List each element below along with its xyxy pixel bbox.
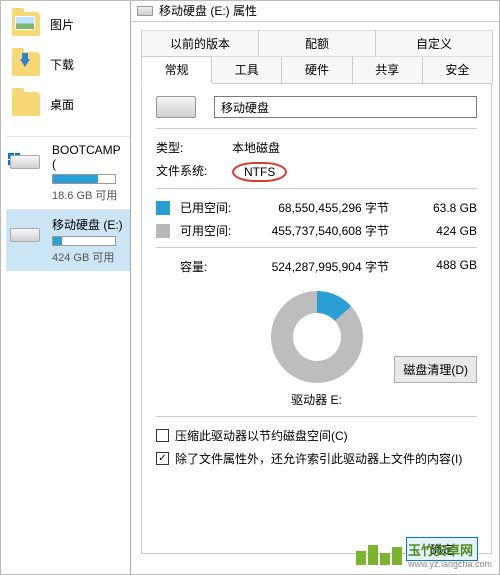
capacity-row: 容量: 524,287,995,904 字节 488 GB <box>156 258 477 275</box>
index-checkbox[interactable] <box>156 452 169 465</box>
tab-customize[interactable]: 自定义 <box>375 30 493 56</box>
filesystem-label: 文件系统: <box>156 162 232 182</box>
tab-container: 以前的版本 配额 自定义 常规 工具 硬件 共享 安全 类型: 本地磁盘 文件系… <box>131 22 500 554</box>
drive-list: BOOTCAMP ( 18.6 GB 可用 移动硬盘 (E:) 424 GB 可… <box>6 136 130 271</box>
sidebar-item-label: 图片 <box>50 16 74 33</box>
used-label: 已用空间: <box>180 199 250 216</box>
free-space-row: 可用空间: 455,737,540,608 字节 424 GB <box>156 222 477 239</box>
tab-quota[interactable]: 配额 <box>258 30 376 56</box>
used-gb: 63.8 GB <box>415 201 477 215</box>
tab-security[interactable]: 安全 <box>422 56 493 83</box>
tab-sharing[interactable]: 共享 <box>352 56 423 83</box>
capacity-gb: 488 GB <box>415 258 477 275</box>
drive-icon <box>10 220 44 242</box>
drive-free-text: 424 GB 可用 <box>52 249 126 265</box>
compress-checkbox-row[interactable]: 压缩此驱动器以节约磁盘空间(C) <box>156 427 477 444</box>
drive-large-icon <box>156 96 196 118</box>
tab-general[interactable]: 常规 <box>141 56 212 84</box>
free-gb: 424 GB <box>415 224 477 238</box>
drive-usage-bar <box>52 236 116 246</box>
downloads-folder-icon <box>12 52 40 76</box>
free-label: 可用空间: <box>180 222 250 239</box>
capacity-bytes: 524,287,995,904 字节 <box>250 258 415 275</box>
drive-item-bootcamp[interactable]: BOOTCAMP ( 18.6 GB 可用 <box>6 136 130 209</box>
tab-previous-versions[interactable]: 以前的版本 <box>141 30 259 56</box>
capacity-label: 容量: <box>156 258 250 275</box>
free-bytes: 455,737,540,608 字节 <box>250 222 415 239</box>
explorer-sidebar: 图片 下载 桌面 BOOTCAMP ( 18.6 GB 可用 移动硬盘 (E:) <box>0 0 130 575</box>
drive-free-text: 18.6 GB 可用 <box>52 187 126 203</box>
drive-name-input[interactable] <box>214 96 477 118</box>
general-panel: 类型: 本地磁盘 文件系统: NTFS 已用空间: 68,550,455,296… <box>141 84 492 554</box>
used-bytes: 68,550,455,296 字节 <box>250 199 415 216</box>
pictures-folder-icon <box>12 12 40 36</box>
sidebar-item-downloads[interactable]: 下载 <box>6 44 130 84</box>
type-value: 本地磁盘 <box>232 139 280 156</box>
drive-item-removable[interactable]: 移动硬盘 (E:) 424 GB 可用 <box>6 209 130 271</box>
free-legend-icon <box>156 224 170 238</box>
drive-name: 移动硬盘 (E:) <box>52 216 126 233</box>
tab-tools[interactable]: 工具 <box>211 56 282 83</box>
properties-dialog: 移动硬盘 (E:) 属性 以前的版本 配额 自定义 常规 工具 硬件 共享 安全… <box>130 0 500 575</box>
sidebar-item-label: 桌面 <box>50 96 74 113</box>
index-checkbox-row[interactable]: 除了文件属性外，还允许索引此驱动器上文件的内容(I) <box>156 450 477 467</box>
sidebar-item-label: 下载 <box>50 56 74 73</box>
index-label: 除了文件属性外，还允许索引此驱动器上文件的内容(I) <box>175 450 462 467</box>
drive-name: BOOTCAMP ( <box>52 143 126 171</box>
sidebar-item-desktop[interactable]: 桌面 <box>6 84 130 124</box>
usage-donut-chart <box>271 291 363 383</box>
drive-letter-label: 驱动器 E: <box>156 391 477 408</box>
sidebar-item-pictures[interactable]: 图片 <box>6 4 130 44</box>
dialog-title: 移动硬盘 (E:) 属性 <box>159 2 257 19</box>
compress-label: 压缩此驱动器以节约磁盘空间(C) <box>175 427 348 444</box>
ok-button[interactable]: 确定 <box>406 537 478 561</box>
type-label: 类型: <box>156 139 232 156</box>
compress-checkbox[interactable] <box>156 429 169 442</box>
title-bar[interactable]: 移动硬盘 (E:) 属性 <box>131 0 500 22</box>
filesystem-value: NTFS <box>232 162 287 182</box>
desktop-folder-icon <box>12 92 40 116</box>
drive-icon <box>10 147 44 169</box>
drive-usage-bar <box>52 174 116 184</box>
used-space-row: 已用空间: 68,550,455,296 字节 63.8 GB <box>156 199 477 216</box>
drive-title-icon <box>137 6 153 16</box>
disk-cleanup-button[interactable]: 磁盘清理(D) <box>394 356 477 383</box>
used-legend-icon <box>156 201 170 215</box>
tab-hardware[interactable]: 硬件 <box>281 56 352 83</box>
